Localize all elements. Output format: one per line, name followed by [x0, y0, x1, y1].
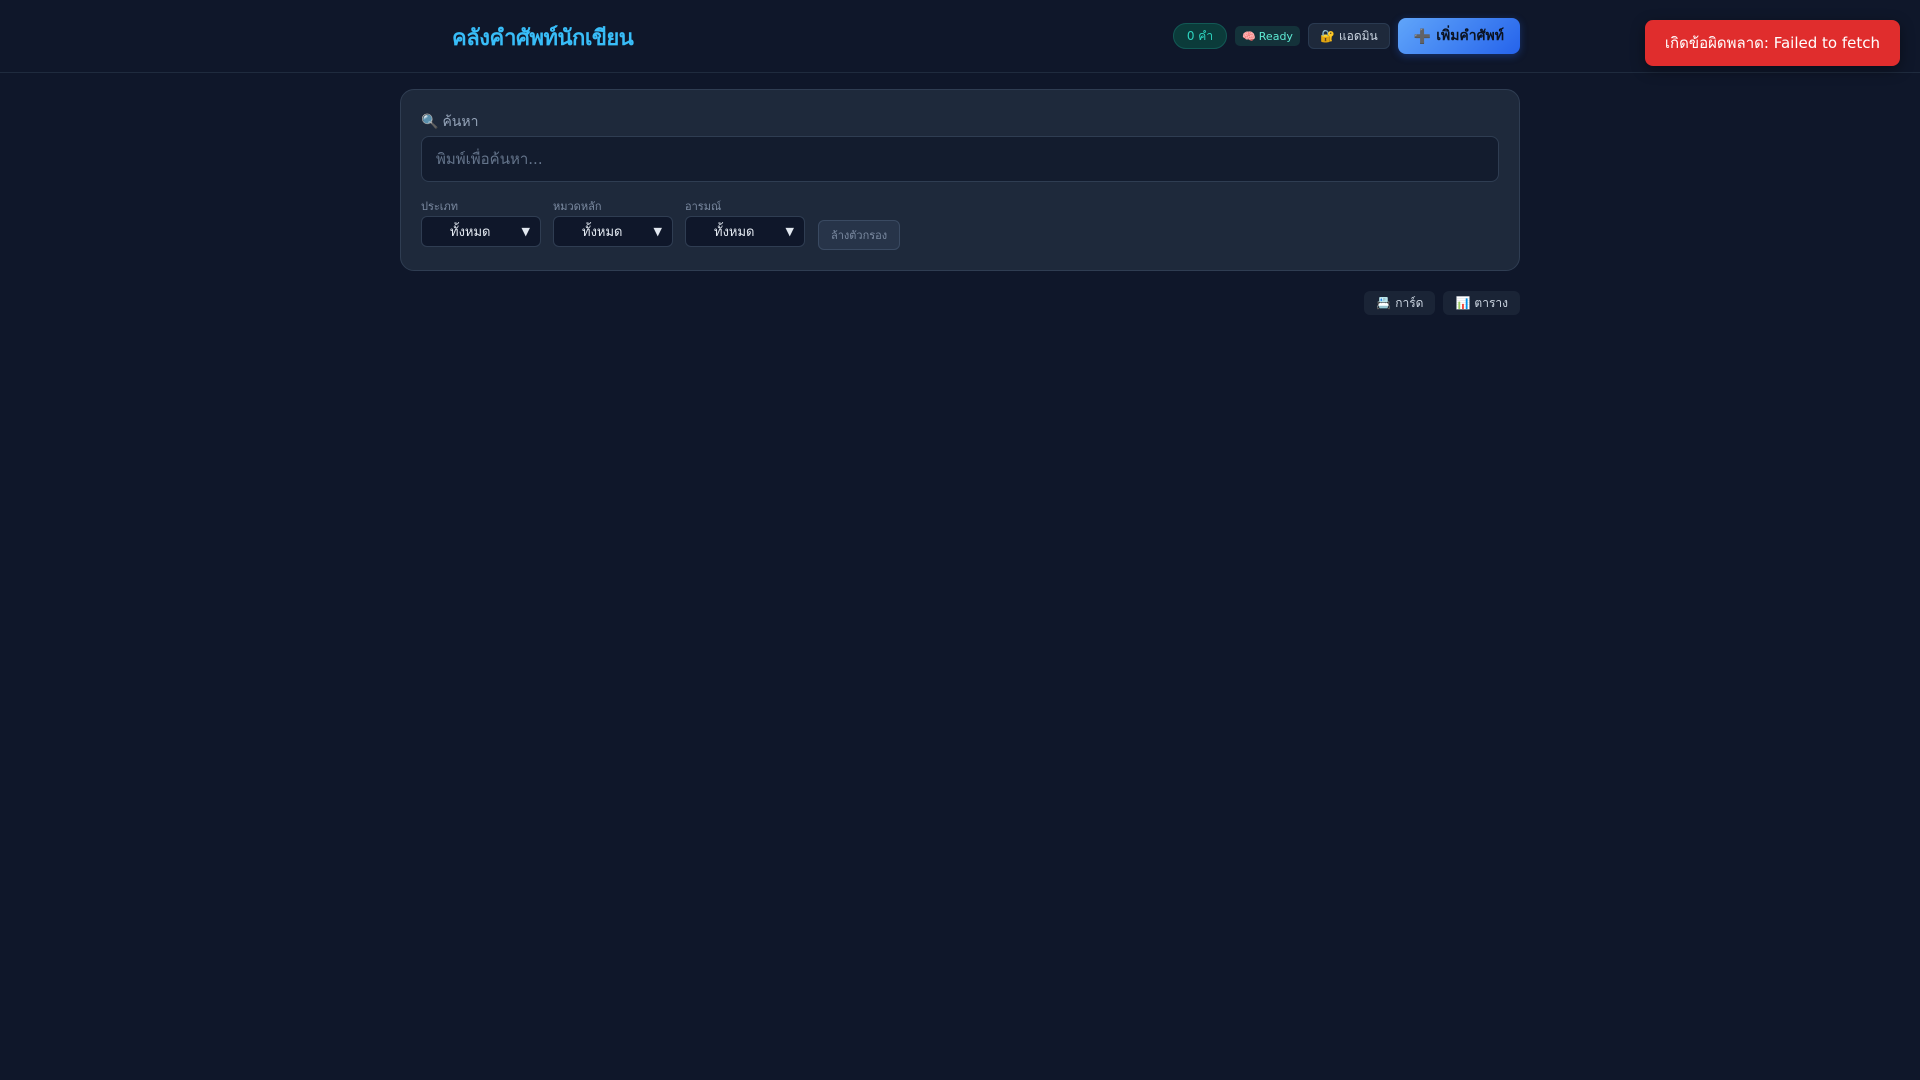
mood-filter-label: อารมณ์	[685, 200, 722, 213]
chevron-down-icon: ▼	[785, 225, 794, 238]
category-select[interactable]: ทั้งหมด ▼	[553, 216, 673, 247]
clear-filters-button[interactable]: ล้างตัวกรอง	[818, 220, 901, 250]
chevron-down-icon: ▼	[653, 225, 662, 238]
search-label: 🔍 ค้นหา	[421, 111, 478, 133]
table-view-button[interactable]: 📊 ตาราง	[1443, 291, 1520, 315]
error-toast: เกิดข้อผิดพลาด: Failed to fetch	[1644, 20, 1900, 66]
search-input[interactable]	[421, 136, 1499, 182]
admin-label: แอดมิน	[1338, 28, 1378, 43]
search-label-text: ค้นหา	[442, 114, 479, 130]
filter-panel: 🔍 ค้นหา ประเภท ทั้งหมด ▼ หมวดหลัก ทั้งหม…	[400, 89, 1520, 271]
header-actions: 0 คำ 🧠 Ready 🔐 แอดมิน ➕ เพิ่มคำศัพท์	[1172, 18, 1520, 54]
mood-filter: อารมณ์ ทั้งหมด ▼	[685, 197, 805, 247]
ai-status-text: Ready	[1258, 29, 1293, 43]
add-word-button[interactable]: ➕ เพิ่มคำศัพท์	[1397, 18, 1520, 54]
app-title: คลังคำศัพท์นักเขียน	[452, 26, 634, 51]
ai-status-badge: 🧠 Ready	[1235, 26, 1300, 46]
plus-icon: ➕	[1413, 27, 1432, 44]
chevron-down-icon: ▼	[521, 225, 530, 238]
table-view-label: ตาราง	[1474, 295, 1508, 310]
view-toggle: 📇 การ์ด 📊 ตาราง	[1364, 291, 1520, 315]
mood-select-value: ทั้งหมด	[714, 225, 755, 240]
search-icon: 🔍	[421, 114, 439, 130]
type-filter: ประเภท ทั้งหมด ▼	[421, 197, 541, 247]
category-filter-label: หมวดหลัก	[553, 200, 602, 213]
category-filter: หมวดหลัก ทั้งหมด ▼	[553, 197, 673, 247]
type-select-value: ทั้งหมด	[450, 225, 491, 240]
card-index-icon: 📇	[1376, 296, 1392, 310]
mood-select[interactable]: ทั้งหมด ▼	[685, 216, 805, 247]
add-word-label: เพิ่มคำศัพท์	[1436, 27, 1504, 43]
category-select-value: ทั้งหมด	[582, 225, 623, 240]
lock-icon: 🔐	[1319, 29, 1335, 43]
card-view-button[interactable]: 📇 การ์ด	[1364, 291, 1436, 315]
word-count-badge: 0 คำ	[1172, 23, 1228, 49]
admin-button[interactable]: 🔐 แอดมิน	[1307, 23, 1390, 49]
bar-chart-icon: 📊	[1455, 296, 1471, 310]
app-header: คลังคำศัพท์นักเขียน 0 คำ 🧠 Ready 🔐 แอดมิ…	[0, 0, 1920, 73]
card-view-label: การ์ด	[1395, 295, 1424, 310]
type-filter-label: ประเภท	[421, 200, 459, 213]
type-select[interactable]: ทั้งหมด ▼	[421, 216, 541, 247]
brain-icon: 🧠	[1242, 29, 1256, 43]
